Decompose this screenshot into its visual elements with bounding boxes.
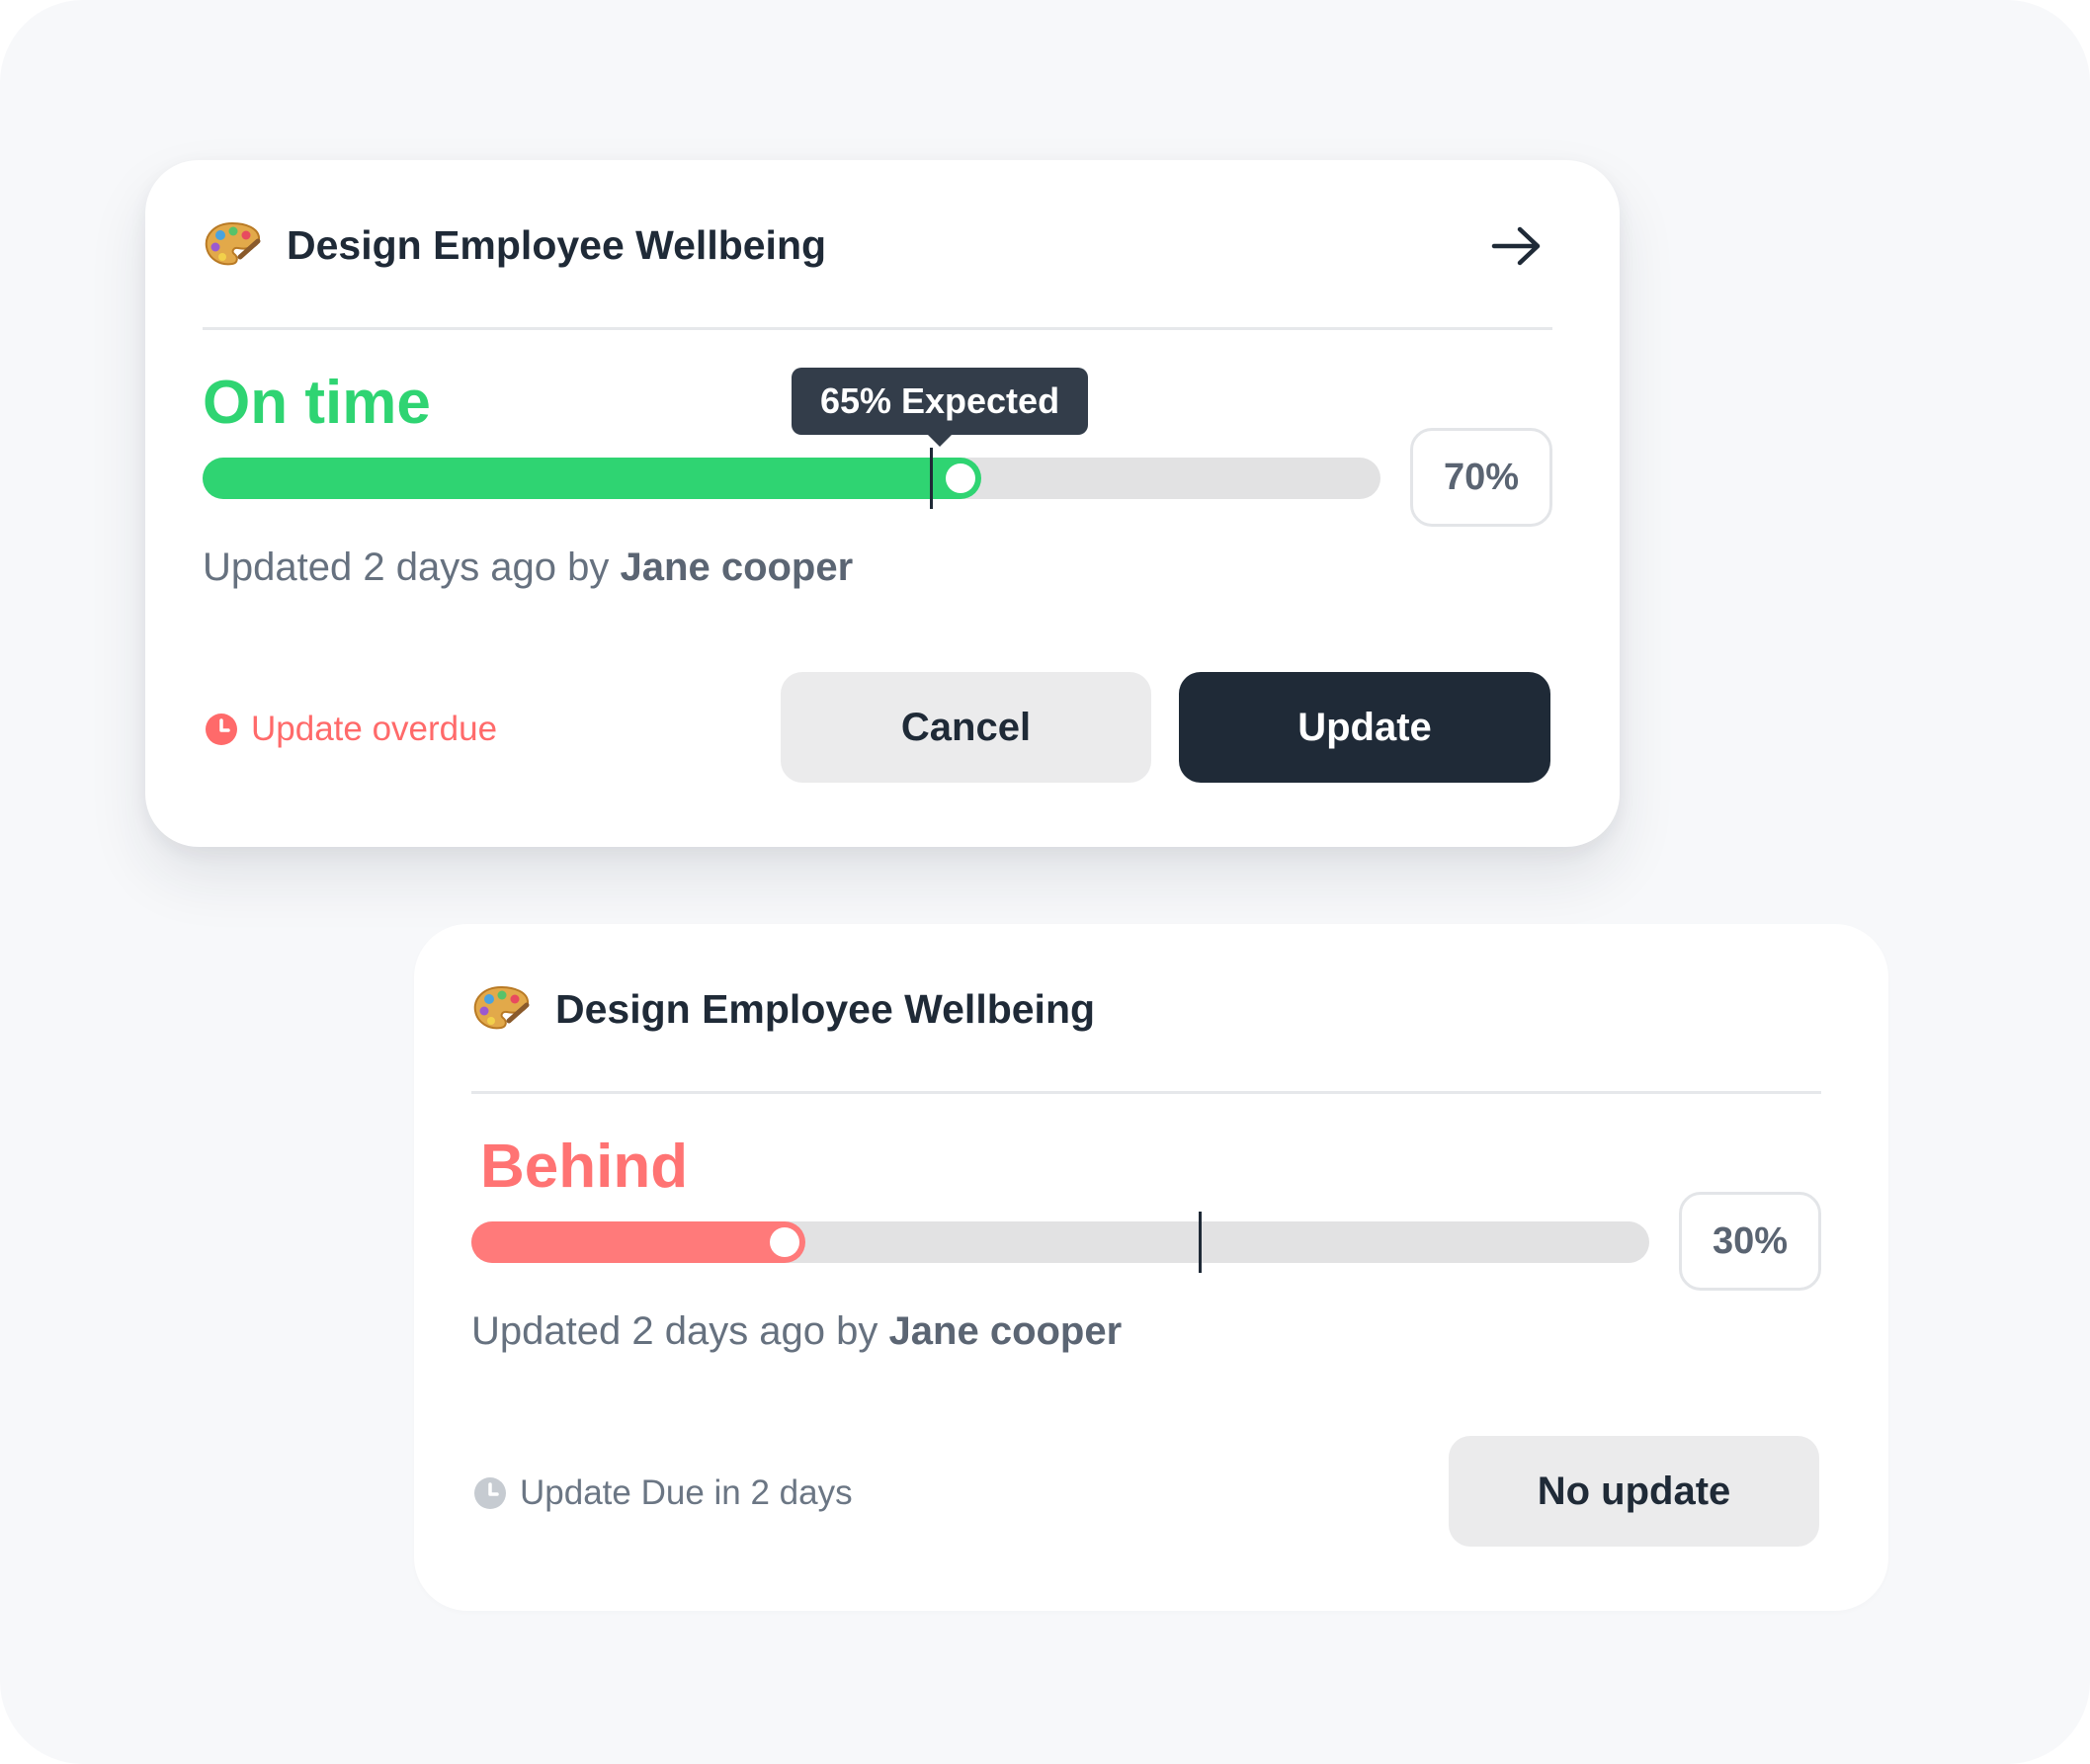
status-label: On time: [203, 369, 431, 437]
updated-prefix: Updated 2 days ago by: [203, 546, 610, 589]
updated-by-name: Jane cooper: [620, 546, 854, 589]
card-title: Design Employee Wellbeing: [555, 986, 1096, 1032]
cancel-button[interactable]: Cancel: [781, 672, 1151, 783]
card-title: Design Employee Wellbeing: [287, 222, 827, 268]
progress-fill: [471, 1221, 805, 1263]
arrow-right-icon[interactable]: [1491, 225, 1543, 267]
progress-track[interactable]: [203, 448, 1380, 509]
tooltip-tail: [928, 435, 952, 447]
progress-percent-field[interactable]: 70%: [1410, 428, 1552, 527]
progress-slider-handle[interactable]: [770, 1227, 799, 1257]
update-status-note: Update Due in 2 days: [520, 1473, 853, 1512]
update-button[interactable]: Update: [1179, 672, 1550, 783]
key-result-card-on-time: Design Employee Wellbeing On time 65% Ex…: [145, 160, 1620, 847]
last-updated-text: Updated 2 days ago by Jane cooper: [203, 543, 853, 592]
palette-icon: [473, 985, 530, 1030]
expected-progress-marker: [930, 448, 933, 509]
expected-tooltip: 65% Expected: [792, 368, 1088, 447]
key-result-card-behind: Design Employee Wellbeing Behind 30% Upd…: [414, 924, 1888, 1611]
updated-by-name: Jane cooper: [888, 1309, 1123, 1353]
no-update-button[interactable]: No update: [1449, 1436, 1819, 1547]
clock-icon: [474, 1477, 506, 1509]
last-updated-text: Updated 2 days ago by Jane cooper: [471, 1306, 1122, 1356]
updated-prefix: Updated 2 days ago by: [471, 1309, 878, 1353]
status-label: Behind: [480, 1133, 689, 1201]
expected-progress-marker: [1199, 1212, 1202, 1273]
progress-fill: [203, 458, 981, 499]
expected-tooltip-text: 65% Expected: [819, 380, 1060, 421]
clock-icon: [206, 714, 237, 745]
progress-slider-handle[interactable]: [946, 463, 975, 493]
progress-track[interactable]: [471, 1212, 1649, 1273]
card-header: Design Employee Wellbeing: [203, 160, 1552, 330]
palette-icon: [205, 221, 261, 266]
update-status-note: Update overdue: [251, 710, 498, 748]
progress-percent-field[interactable]: 30%: [1679, 1192, 1821, 1291]
card-header: Design Employee Wellbeing: [471, 924, 1821, 1094]
